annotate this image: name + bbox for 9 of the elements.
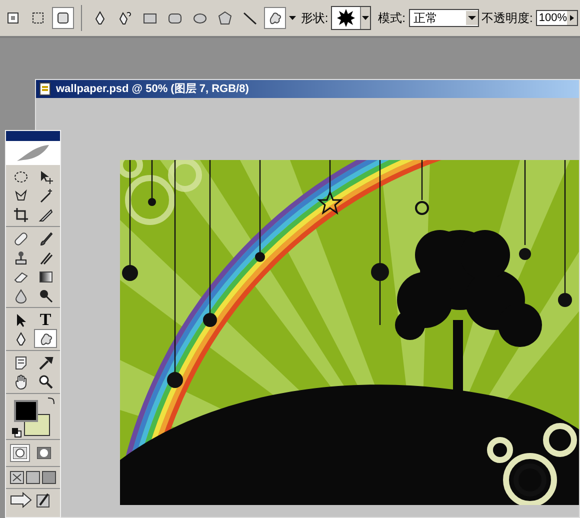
opacity-label: 不透明度: bbox=[482, 10, 533, 27]
blend-mode-value: 正常 bbox=[414, 10, 438, 27]
opacity-value: 100% bbox=[538, 10, 567, 26]
tool-button[interactable]: T bbox=[34, 310, 57, 329]
shape-label: 形状: bbox=[300, 10, 328, 27]
opacity-field[interactable]: 100% bbox=[536, 10, 578, 26]
document-title: wallpaper.psd @ 50% (图层 7, RGB/8) bbox=[56, 82, 249, 97]
mode-label: 模式: bbox=[378, 10, 406, 27]
blend-mode-dropdown[interactable]: 正常 bbox=[408, 9, 479, 27]
